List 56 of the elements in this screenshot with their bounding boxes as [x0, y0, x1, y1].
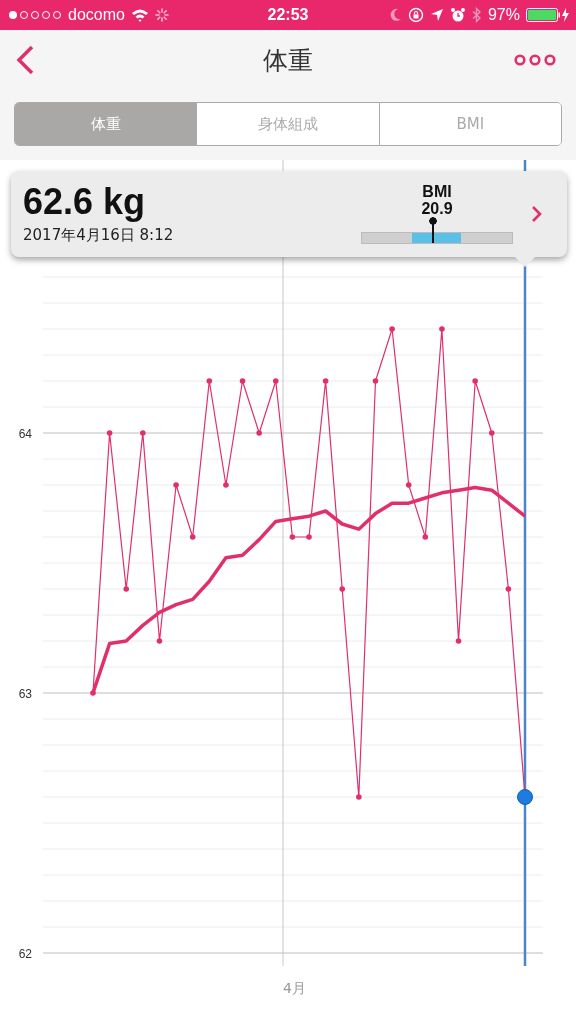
data-point	[189, 534, 196, 540]
data-point	[488, 430, 495, 436]
signal-icon	[8, 10, 62, 20]
data-point	[90, 690, 96, 696]
bmi-value: 20.9	[421, 201, 453, 218]
data-point	[223, 482, 229, 488]
location-arrow-icon	[429, 8, 444, 22]
data-point	[356, 794, 362, 800]
data-point	[123, 586, 130, 592]
bluetooth-icon	[471, 7, 482, 23]
data-point	[239, 378, 246, 384]
y-axis-label: 62	[18, 947, 32, 961]
back-button[interactable]	[14, 43, 36, 77]
data-point	[389, 326, 395, 332]
alarm-clock-icon	[449, 7, 466, 23]
data-point	[140, 430, 146, 436]
data-point	[256, 430, 262, 436]
data-point	[472, 378, 478, 384]
data-point	[289, 534, 296, 540]
loading-icon	[154, 8, 169, 22]
back-chevron-icon	[16, 45, 34, 75]
data-point	[173, 482, 179, 488]
rotation-lock-icon	[407, 7, 424, 23]
month-label: 4月	[283, 980, 306, 996]
card-pointer	[514, 256, 536, 268]
y-axis-label: 64	[18, 427, 32, 441]
data-point	[422, 534, 429, 540]
data-point	[106, 430, 113, 436]
data-point	[439, 326, 445, 332]
more-icon	[514, 54, 556, 66]
data-point	[206, 378, 213, 384]
y-axis-label: 63	[18, 687, 32, 701]
clock-time: 22:53	[267, 6, 309, 24]
data-point	[372, 378, 379, 384]
data-point	[339, 586, 346, 592]
weight-value: 62.6 kg	[23, 183, 147, 220]
moon-icon	[389, 8, 402, 22]
data-point	[505, 586, 512, 592]
data-point	[272, 378, 279, 384]
data-point	[156, 638, 163, 644]
carrier-name: docomo	[68, 6, 125, 24]
data-point	[405, 482, 412, 488]
battery-percent: 97%	[487, 6, 520, 24]
bmi-label: BMI	[422, 184, 452, 201]
selected-point	[517, 789, 533, 805]
battery-icon	[526, 7, 570, 23]
chevron-right-icon	[531, 205, 543, 223]
data-point	[455, 638, 462, 644]
reading-card[interactable]: 62.6 kg 2017年4月16日 8:12 BMI 20.9	[11, 171, 567, 257]
segment-tab[interactable]: 体重	[15, 103, 198, 145]
page-title: 体重	[263, 44, 313, 77]
data-point	[306, 534, 312, 540]
data-point	[322, 378, 329, 384]
reading-datetime: 2017年4月16日 8:12	[23, 225, 175, 245]
more-button[interactable]	[512, 52, 558, 68]
wifi-icon	[130, 8, 149, 22]
